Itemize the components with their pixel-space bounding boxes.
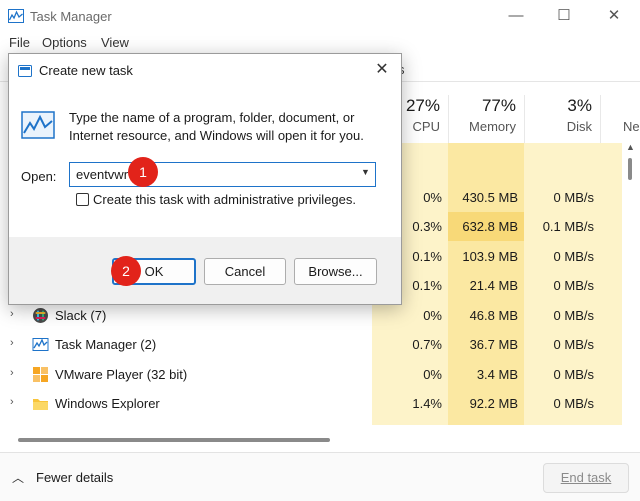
scroll-up-arrow-icon[interactable]: ▲ xyxy=(626,142,635,152)
close-button[interactable]: ✕ xyxy=(603,6,625,26)
disk-percent: 3% xyxy=(567,96,592,115)
disk-value: 0 MB/s xyxy=(553,249,594,264)
process-row-windows-explorer[interactable]: › Windows Explorer 1.4% 92.2 MB 0 MB/s xyxy=(0,389,622,418)
process-row-vmware[interactable]: › VMware Player (32 bit) 0% 3.4 MB 0 MB/… xyxy=(0,360,622,389)
memory-value: 46.8 MB xyxy=(469,308,518,323)
chevron-right-icon[interactable]: › xyxy=(10,367,14,379)
memory-value: 430.5 MB xyxy=(462,190,518,205)
task-manager-icon xyxy=(32,338,49,351)
process-row-slack[interactable]: › Slack (7) 0% 46.8 MB 0 MB/s xyxy=(0,301,622,330)
vertical-scrollbar[interactable] xyxy=(624,143,640,425)
task-manager-large-icon xyxy=(21,111,55,139)
disk-label: Disk xyxy=(566,119,592,134)
disk-value: 0 MB/s xyxy=(553,396,594,411)
memory-value: 92.2 MB xyxy=(469,396,518,411)
column-header-network[interactable]: Ne xyxy=(600,95,640,143)
slack-icon xyxy=(33,308,48,323)
menu-options[interactable]: Options xyxy=(42,35,87,50)
admin-privileges-label[interactable]: Create this task with administrative pri… xyxy=(93,192,356,207)
horizontal-scroll-thumb[interactable] xyxy=(18,438,330,442)
fewer-details-link[interactable]: Fewer details xyxy=(36,470,113,485)
open-input[interactable]: eventvwr xyxy=(69,162,376,187)
chevron-up-icon[interactable]: ︿ xyxy=(12,469,24,486)
chevron-down-icon[interactable]: ▼ xyxy=(361,167,370,177)
dialog-title: Create new task xyxy=(39,63,133,78)
vmware-icon xyxy=(33,367,48,382)
step-2-badge: 2 xyxy=(111,256,141,286)
disk-value: 0 MB/s xyxy=(553,308,594,323)
cpu-value: 0.7% xyxy=(412,337,442,352)
browse-button[interactable]: Browse... xyxy=(294,258,377,285)
disk-value: 0 MB/s xyxy=(553,278,594,293)
window-title: Task Manager xyxy=(30,9,112,24)
process-name: Slack (7) xyxy=(55,308,107,323)
memory-value: 103.9 MB xyxy=(462,249,518,264)
dialog-description: Type the name of a program, folder, docu… xyxy=(69,110,364,143)
cpu-value: 1.4% xyxy=(412,396,442,411)
chevron-right-icon[interactable]: › xyxy=(10,308,14,320)
end-task-button[interactable]: End task xyxy=(543,463,629,493)
chevron-right-icon[interactable]: › xyxy=(10,337,14,349)
memory-label: Memory xyxy=(469,119,516,134)
disk-value: 0 MB/s xyxy=(553,190,594,205)
memory-value: 3.4 MB xyxy=(476,367,518,382)
minimize-button[interactable]: — xyxy=(505,6,527,26)
memory-value: 632.8 MB xyxy=(462,219,518,234)
admin-privileges-checkbox[interactable] xyxy=(76,193,89,206)
menu-view[interactable]: View xyxy=(101,35,129,50)
create-new-task-dialog: Create new task ✕ Type the name of a pro… xyxy=(8,53,402,305)
disk-value: 0 MB/s xyxy=(553,367,594,382)
cpu-value: 0% xyxy=(423,308,442,323)
memory-value: 36.7 MB xyxy=(469,337,518,352)
disk-value: 0.1 MB/s xyxy=(542,219,594,234)
column-header-memory[interactable]: 77% Memory xyxy=(448,95,524,143)
menu-file[interactable]: File xyxy=(9,35,30,50)
process-row-task-manager[interactable]: › Task Manager (2) 0.7% 36.7 MB 0 MB/s xyxy=(0,330,622,359)
title-bar: Task Manager — ☐ ✕ xyxy=(0,0,640,32)
dialog-close-button[interactable]: ✕ xyxy=(371,59,393,81)
end-task-label: End task xyxy=(560,470,612,485)
column-header-disk[interactable]: 3% Disk xyxy=(524,95,600,143)
memory-percent: 77% xyxy=(481,96,516,115)
footer-bar: ︿ Fewer details End task xyxy=(0,452,640,501)
memory-value: 21.4 MB xyxy=(469,278,518,293)
disk-value: 0 MB/s xyxy=(553,337,594,352)
run-window-icon xyxy=(18,65,32,77)
menu-bar: File Options View xyxy=(0,32,640,54)
maximize-button[interactable]: ☐ xyxy=(553,6,575,26)
process-name: Task Manager (2) xyxy=(55,337,157,352)
task-manager-icon xyxy=(8,9,24,23)
open-label: Open: xyxy=(21,169,57,184)
cancel-button[interactable]: Cancel xyxy=(204,258,286,285)
chevron-right-icon[interactable]: › xyxy=(10,396,14,408)
process-name: Windows Explorer xyxy=(55,396,160,411)
network-label: Ne xyxy=(623,119,640,134)
process-name: VMware Player (32 bit) xyxy=(55,367,188,382)
folder-icon xyxy=(33,399,48,410)
vertical-scroll-thumb[interactable] xyxy=(628,158,632,180)
cpu-value: 0% xyxy=(423,367,442,382)
step-1-badge: 1 xyxy=(128,157,158,187)
